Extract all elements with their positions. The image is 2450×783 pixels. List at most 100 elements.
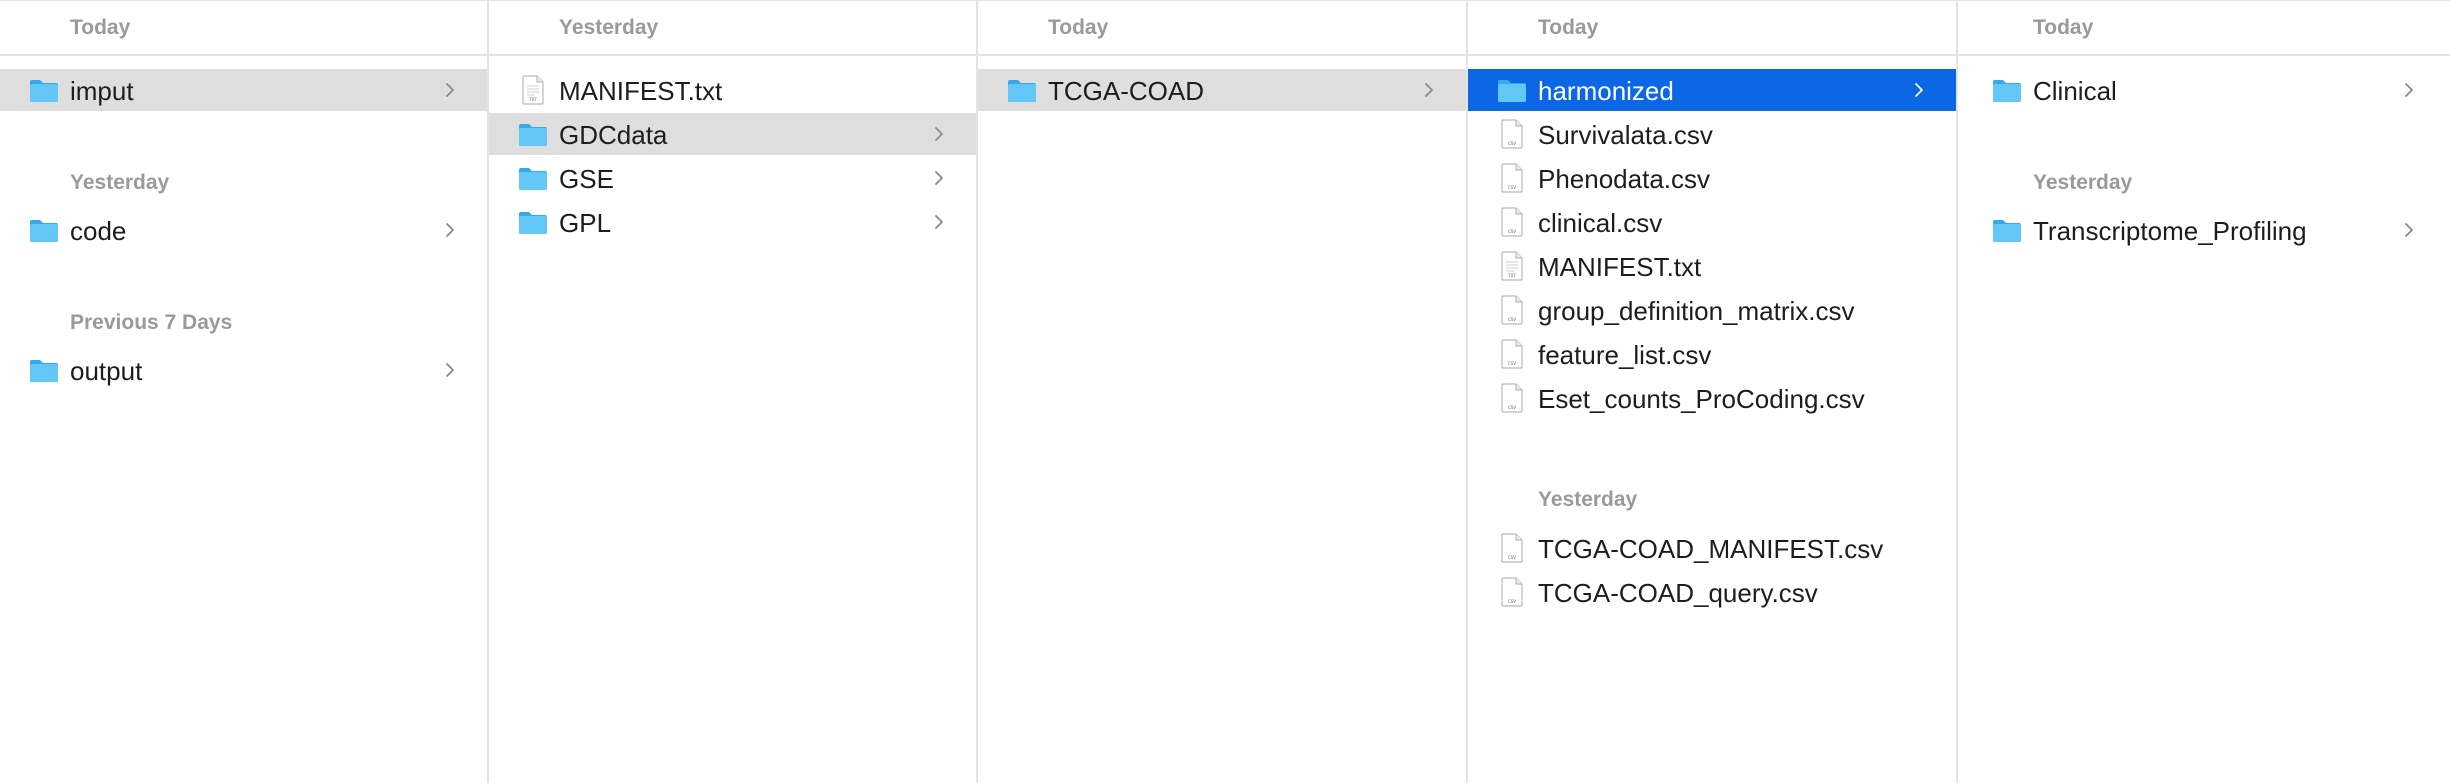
row-label: output (70, 356, 143, 386)
chevron-right-icon (2404, 81, 2414, 99)
folder-icon (517, 162, 549, 194)
chevron-right-icon (2404, 221, 2414, 239)
column-5[interactable]: Today Clinical Yesterday Transcriptome_P… (1958, 1, 2450, 783)
row-label: MANIFEST.txt (1538, 252, 1702, 282)
column-header: Yesterday (489, 1, 976, 56)
row-label: group_definition_matrix.csv (1538, 296, 1855, 326)
row-label: code (70, 216, 127, 246)
column-browser: Today imput Yesterday code Previous 7 Da… (0, 0, 2450, 783)
csv-file-icon: CSV (1496, 382, 1528, 414)
folder-icon (28, 214, 60, 246)
column-header: Today (0, 1, 487, 56)
svg-text:CSV: CSV (1508, 361, 1516, 366)
folder-icon (1006, 74, 1038, 106)
section-title-yesterday: Yesterday (1538, 488, 1638, 511)
section-title-yesterday: Yesterday (559, 16, 659, 39)
row-label: clinical.csv (1538, 208, 1663, 238)
chevron-right-icon (1914, 81, 1924, 99)
folder-icon (1991, 214, 2023, 246)
svg-text:CSV: CSV (1508, 555, 1516, 560)
row-label: imput (70, 76, 134, 106)
section-title-today: Today (1538, 16, 1599, 39)
chevron-right-icon (934, 213, 944, 231)
csv-file-icon: CSV (1496, 118, 1528, 150)
column-header: Today (978, 1, 1466, 56)
folder-row-gpl[interactable]: GPL (489, 201, 976, 243)
row-label: harmonized (1538, 76, 1674, 106)
column-1[interactable]: Today imput Yesterday code Previous 7 Da… (0, 1, 489, 783)
row-label: Transcriptome_Profiling (2033, 216, 2307, 246)
file-row-tcga-coad-query[interactable]: CSV TCGA-COAD_query.csv (1468, 571, 1956, 613)
csv-file-icon: CSV (1496, 294, 1528, 326)
svg-text:CSV: CSV (1508, 229, 1516, 234)
csv-file-icon: CSV (1496, 206, 1528, 238)
row-label: MANIFEST.txt (559, 76, 723, 106)
folder-icon (517, 118, 549, 150)
folder-row-transcriptome-profiling[interactable]: Transcriptome_Profiling (1958, 209, 2450, 251)
svg-text:CSV: CSV (1508, 185, 1516, 190)
column-4[interactable]: Today harmonized CSV Survivalata.csv CSV… (1468, 1, 1958, 783)
text-file-icon: TXT (517, 74, 549, 106)
folder-row-imput[interactable]: imput (0, 69, 487, 111)
folder-icon (28, 354, 60, 386)
chevron-right-icon (445, 81, 455, 99)
row-label: GPL (559, 208, 612, 238)
svg-text:CSV: CSV (1508, 599, 1516, 604)
csv-file-icon: CSV (1496, 338, 1528, 370)
column-header: Today (1468, 1, 1956, 56)
section-title-yesterday: Yesterday (2033, 171, 2133, 194)
csv-file-icon: CSV (1496, 576, 1528, 608)
chevron-right-icon (445, 221, 455, 239)
file-row-eset-counts[interactable]: CSV Eset_counts_ProCoding.csv (1468, 377, 1956, 419)
folder-row-code[interactable]: code (0, 209, 487, 251)
row-label: feature_list.csv (1538, 340, 1712, 370)
column-3[interactable]: Today TCGA-COAD (978, 1, 1468, 783)
folder-icon (517, 206, 549, 238)
folder-row-gdcdata[interactable]: GDCdata (489, 113, 976, 155)
section-title-today: Today (70, 16, 131, 39)
column-2[interactable]: Yesterday TXT MANIFEST.txt GDCdata GSE G… (489, 1, 978, 783)
section-title-today: Today (2033, 16, 2094, 39)
folder-icon (1496, 74, 1528, 106)
section-title-yesterday: Yesterday (70, 171, 170, 194)
svg-text:CSV: CSV (1508, 405, 1516, 410)
chevron-right-icon (1424, 81, 1434, 99)
column-header: Today (1958, 1, 2450, 56)
section-title-today: Today (1048, 16, 1109, 39)
csv-file-icon: CSV (1496, 162, 1528, 194)
folder-icon (1991, 74, 2023, 106)
folder-row-gse[interactable]: GSE (489, 157, 976, 199)
row-label: Survivalata.csv (1538, 120, 1713, 150)
svg-text:CSV: CSV (1508, 141, 1516, 146)
chevron-right-icon (445, 361, 455, 379)
folder-icon (28, 74, 60, 106)
file-row-manifest-txt[interactable]: TXT MANIFEST.txt (1468, 245, 1956, 287)
svg-text:TXT: TXT (1507, 273, 1516, 278)
row-label: GDCdata (559, 120, 668, 150)
svg-text:CSV: CSV (1508, 317, 1516, 322)
row-label: TCGA-COAD_query.csv (1538, 578, 1818, 608)
svg-text:TXT: TXT (528, 97, 537, 102)
section-title-previous-7-days: Previous 7 Days (70, 311, 233, 334)
text-file-icon: TXT (1496, 250, 1528, 282)
file-row-feature-list[interactable]: CSV feature_list.csv (1468, 333, 1956, 375)
file-row-manifest-txt[interactable]: TXT MANIFEST.txt (489, 69, 976, 111)
row-label: TCGA-COAD_MANIFEST.csv (1538, 534, 1884, 564)
file-row-survivalata[interactable]: CSV Survivalata.csv (1468, 113, 1956, 155)
file-row-tcga-coad-manifest[interactable]: CSV TCGA-COAD_MANIFEST.csv (1468, 527, 1956, 569)
csv-file-icon: CSV (1496, 532, 1528, 564)
row-label: Clinical (2033, 76, 2117, 106)
chevron-right-icon (934, 125, 944, 143)
file-row-group-definition-matrix[interactable]: CSV group_definition_matrix.csv (1468, 289, 1956, 331)
folder-row-output[interactable]: output (0, 349, 487, 391)
row-label: Eset_counts_ProCoding.csv (1538, 384, 1865, 414)
folder-row-clinical[interactable]: Clinical (1958, 69, 2450, 111)
chevron-right-icon (934, 169, 944, 187)
folder-row-tcga-coad[interactable]: TCGA-COAD (978, 69, 1466, 111)
file-row-clinical-csv[interactable]: CSV clinical.csv (1468, 201, 1956, 243)
folder-row-harmonized[interactable]: harmonized (1468, 69, 1956, 111)
row-label: Phenodata.csv (1538, 164, 1711, 194)
file-row-phenodata[interactable]: CSV Phenodata.csv (1468, 157, 1956, 199)
row-label: TCGA-COAD (1048, 76, 1204, 106)
row-label: GSE (559, 164, 614, 194)
